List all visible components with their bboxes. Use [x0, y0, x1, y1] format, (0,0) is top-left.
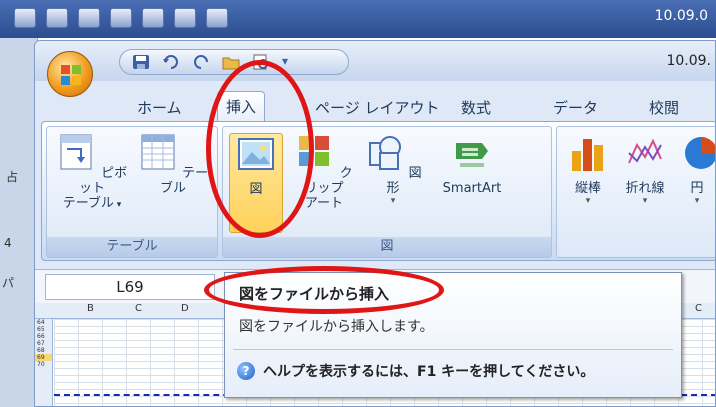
name-box[interactable]: L69	[45, 274, 215, 300]
undo-icon[interactable]	[162, 54, 180, 70]
table-button[interactable]: テーブル	[135, 133, 211, 196]
tooltip-description: 図をファイルから挿入します。	[239, 319, 434, 335]
row-headers: 64 65 66 67 68 69 70	[35, 319, 53, 406]
outer-toolbar-icon[interactable]	[78, 8, 100, 28]
ribbon-panel: ピボット テーブル ▾ テーブル テーブル 図 クリップ アート 図形 ▾ Sm…	[41, 121, 715, 261]
group-tables-label: テーブル	[47, 237, 217, 257]
shapes-icon	[369, 136, 402, 170]
outer-quick-access-toolbar	[14, 8, 228, 28]
chevron-down-icon: ▾	[113, 200, 122, 210]
column-header[interactable]: D	[181, 303, 189, 314]
row-header[interactable]: 65	[35, 326, 52, 333]
office-button[interactable]	[47, 51, 93, 97]
row-header[interactable]: 66	[35, 333, 52, 340]
chevron-down-icon: ▾	[585, 196, 591, 206]
outer-window-title: 10.09.0	[654, 8, 708, 24]
chevron-down-icon: ▾	[642, 196, 648, 206]
tab-data[interactable]: データ	[545, 95, 606, 121]
outer-toolbar-icon[interactable]	[206, 8, 228, 28]
outer-toolbar-icon[interactable]	[14, 8, 36, 28]
group-charts: 縦棒 ▾ 折れ線 ▾ 円 ▾	[556, 126, 715, 258]
outer-toolbar-icon[interactable]	[110, 8, 132, 28]
column-header[interactable]: C	[135, 303, 142, 314]
pivot-table-label-2: テーブル	[62, 196, 114, 211]
outer-toolbar-icon[interactable]	[46, 8, 68, 28]
tooltip-help-text: ヘルプを表示するには、F1 キーを押してください。	[263, 364, 595, 380]
window-title-bar: ▾ 10.09.	[35, 41, 715, 81]
row-header[interactable]: 67	[35, 340, 52, 347]
line-chart-button[interactable]: 折れ線 ▾	[617, 133, 673, 206]
line-chart-label: 折れ線	[625, 181, 665, 196]
row-header[interactable]: 68	[35, 347, 52, 354]
help-icon: ?	[237, 362, 255, 380]
pivot-table-button[interactable]: ピボット テーブル ▾	[53, 133, 131, 213]
window-title: 10.09.	[666, 53, 711, 69]
annotation-ellipse-tooltip	[204, 266, 444, 314]
office-logo-icon	[61, 65, 81, 85]
outer-title-bar: 10.09.0	[0, 0, 716, 38]
group-illustrations-label: 図	[223, 237, 551, 257]
column-chart-label: 縦棒	[574, 181, 601, 196]
smartart-icon	[456, 143, 488, 167]
column-header[interactable]: C	[695, 303, 702, 314]
outer-toolbar-icon[interactable]	[142, 8, 164, 28]
ribbon-tabs: ホーム 挿入 ページ レイアウト 数式 データ 校閲	[35, 87, 715, 123]
row-header[interactable]: 69	[35, 354, 52, 361]
table-icon	[141, 134, 175, 170]
pivot-table-icon	[60, 134, 92, 170]
pie-chart-icon	[685, 137, 715, 169]
chevron-down-icon: ▾	[694, 196, 700, 206]
column-header[interactable]: B	[87, 303, 94, 314]
tab-page-layout[interactable]: ページ レイアウト	[307, 95, 447, 121]
pie-chart-label: 円	[690, 181, 704, 196]
tooltip-divider	[233, 349, 673, 350]
customize-toolbar-icon[interactable]: ▾	[282, 54, 292, 70]
tab-formulas[interactable]: 数式	[453, 95, 499, 121]
group-tables: ピボット テーブル ▾ テーブル テーブル	[46, 126, 218, 258]
tab-home[interactable]: ホーム	[129, 95, 190, 121]
annotation-ellipse-insert	[206, 60, 314, 238]
line-chart-icon	[628, 138, 662, 164]
redo-icon[interactable]	[192, 54, 210, 70]
row-header[interactable]: 64	[35, 319, 52, 326]
save-icon[interactable]	[132, 54, 150, 70]
row-header[interactable]: 70	[35, 361, 52, 368]
column-chart-icon	[572, 139, 603, 171]
tab-review[interactable]: 校閲	[641, 95, 687, 121]
chevron-down-icon: ▾	[390, 196, 396, 206]
tooltip-help: ? ヘルプを表示するには、F1 キーを押してください。	[237, 361, 594, 381]
clip-art-label-2: アート	[304, 196, 344, 211]
smartart-label: SmartArt	[442, 181, 502, 196]
outer-toolbar-icon[interactable]	[174, 8, 196, 28]
smartart-button[interactable]: SmartArt	[429, 133, 515, 196]
outer-left-strip: 占 4 パ	[0, 38, 38, 407]
pie-chart-button[interactable]: 円 ▾	[677, 133, 715, 206]
column-chart-button[interactable]: 縦棒 ▾	[563, 133, 613, 206]
shapes-button[interactable]: 図形 ▾	[363, 133, 423, 206]
